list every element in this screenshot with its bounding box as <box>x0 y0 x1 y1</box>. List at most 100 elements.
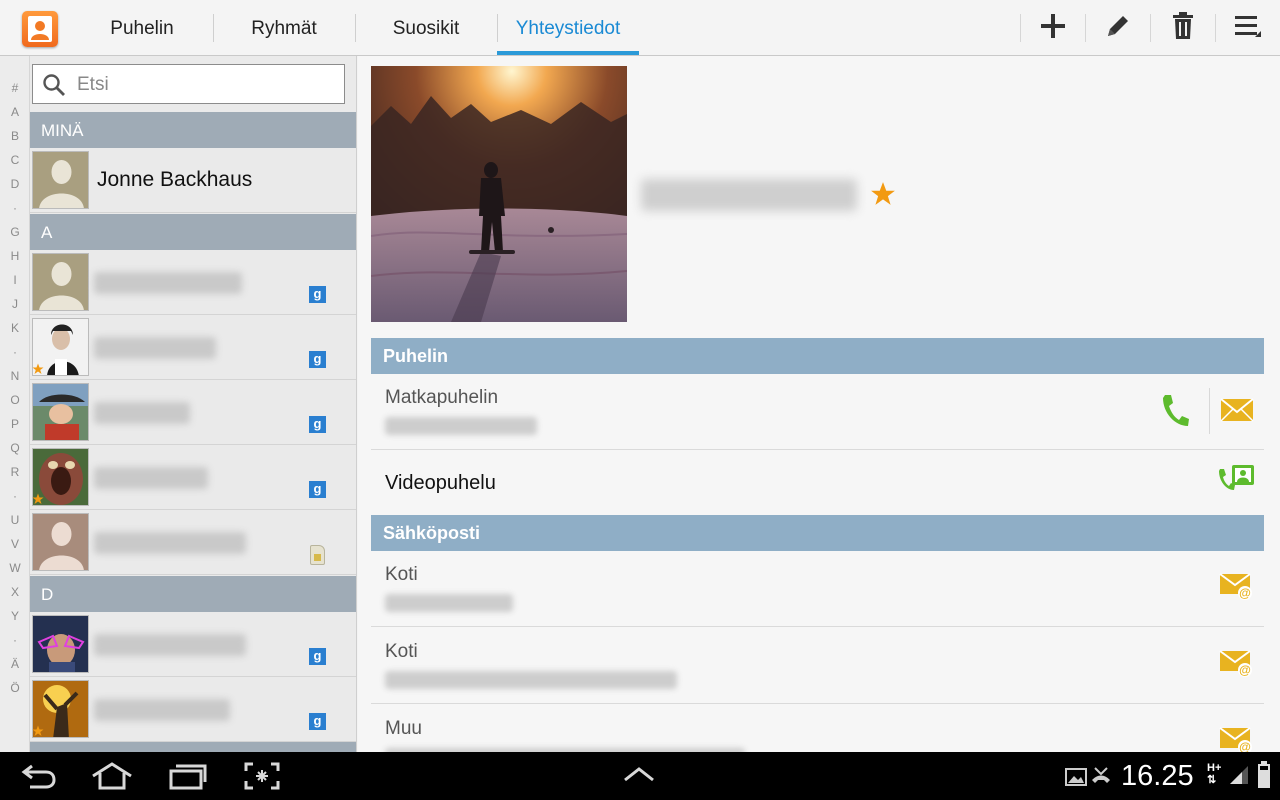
contact-row[interactable]: g <box>30 612 356 677</box>
index-letter[interactable]: · <box>0 489 30 503</box>
contact-name-redacted <box>94 272 242 294</box>
index-letter[interactable]: # <box>0 81 30 95</box>
index-letter[interactable]: Ö <box>0 681 30 695</box>
delete-contact-button[interactable] <box>1161 8 1205 48</box>
section-header-a: A <box>30 214 356 250</box>
favorite-star-icon[interactable] <box>870 181 896 212</box>
google-account-icon: g <box>309 648 326 665</box>
alphabet-index[interactable]: # A B C D · G H I J K · N O P Q R · U V W X Y · Ä Ö <box>0 56 30 752</box>
add-contact-button[interactable] <box>1031 8 1075 48</box>
my-profile-row[interactable]: Jonne Backhaus <box>30 148 356 213</box>
index-letter[interactable]: X <box>0 585 30 599</box>
add-icon <box>1040 13 1066 44</box>
index-letter[interactable]: Y <box>0 609 30 623</box>
index-letter[interactable]: V <box>0 537 30 551</box>
send-message-button[interactable] <box>1215 392 1259 432</box>
send-email-button[interactable]: @ <box>1215 723 1259 752</box>
tab-groups[interactable]: Ryhmät <box>213 0 355 56</box>
index-letter[interactable]: Ä <box>0 657 30 671</box>
action-divider <box>1209 388 1210 434</box>
index-letter[interactable]: H <box>0 249 30 263</box>
screenshot-icon <box>244 762 280 794</box>
contact-row[interactable]: g <box>30 677 356 742</box>
phone-call-icon <box>1161 393 1189 432</box>
phone-type-label: Matkapuhelin <box>385 387 499 408</box>
section-header-d: D <box>30 576 356 612</box>
call-button[interactable] <box>1155 392 1195 432</box>
email-row[interactable]: Koti @ <box>371 627 1264 704</box>
missed-call-icon <box>1090 766 1112 791</box>
contact-row[interactable] <box>30 510 356 575</box>
svg-text:@: @ <box>1239 586 1251 600</box>
email-type-label: Koti <box>385 641 418 662</box>
recent-apps-button[interactable] <box>168 762 208 795</box>
phone-number-row[interactable]: Matkapuhelin <box>371 374 1264 450</box>
menu-icon <box>1233 13 1261 44</box>
contact-row[interactable]: g <box>30 445 356 510</box>
recent-apps-icon <box>168 764 208 794</box>
edit-contact-button[interactable] <box>1096 8 1140 48</box>
video-call-row[interactable]: Videopuhelu <box>371 450 1264 514</box>
contact-photo-large[interactable] <box>371 66 627 322</box>
home-icon <box>90 762 134 794</box>
contact-name-redacted <box>641 179 857 211</box>
index-letter[interactable]: I <box>0 273 30 287</box>
tab-contacts[interactable]: Yhteystiedot <box>497 0 639 56</box>
video-call-label: Videopuhelu <box>385 472 496 494</box>
contact-name-redacted <box>94 699 230 721</box>
contact-detail: Puhelin Matkapuhelin Videopuhelu Sähköpo… <box>358 56 1280 752</box>
contact-list: MINÄ Jonne Backhaus A g g g <box>30 56 357 752</box>
index-letter[interactable]: K <box>0 321 30 335</box>
index-letter[interactable]: J <box>0 297 30 311</box>
index-letter[interactable]: Q <box>0 441 30 455</box>
back-button[interactable] <box>20 762 58 795</box>
row-divider <box>30 574 356 575</box>
mini-apps-tray-button[interactable] <box>622 766 656 787</box>
sim-card-icon <box>310 545 325 565</box>
video-call-button[interactable] <box>1217 462 1257 502</box>
chevron-up-icon <box>622 767 656 786</box>
index-letter[interactable]: D <box>0 177 30 191</box>
screenshot-button[interactable] <box>244 762 280 795</box>
send-email-button[interactable]: @ <box>1215 646 1259 686</box>
index-letter[interactable]: N <box>0 369 30 383</box>
index-letter[interactable]: G <box>0 225 30 239</box>
search-box[interactable] <box>32 64 345 104</box>
email-row[interactable]: Koti @ <box>371 551 1264 627</box>
contacts-app-icon[interactable] <box>22 11 58 47</box>
send-email-button[interactable]: @ <box>1215 569 1259 609</box>
index-letter[interactable]: W <box>0 561 30 575</box>
index-letter[interactable]: B <box>0 129 30 143</box>
video-call-icon <box>1218 463 1256 502</box>
contact-row[interactable]: g <box>30 380 356 445</box>
overflow-menu-button[interactable] <box>1225 8 1269 48</box>
search-input[interactable] <box>77 73 337 97</box>
index-letter[interactable]: · <box>0 201 30 215</box>
section-header-partial <box>30 742 356 752</box>
index-letter[interactable]: O <box>0 393 30 407</box>
section-header-me: MINÄ <box>30 112 356 148</box>
tab-phone[interactable]: Puhelin <box>71 0 213 56</box>
home-button[interactable] <box>90 762 134 795</box>
email-type-label: Koti <box>385 564 418 585</box>
contact-row[interactable]: g <box>30 315 356 380</box>
tab-favourites[interactable]: Suosikit <box>355 0 497 56</box>
index-letter[interactable]: P <box>0 417 30 431</box>
battery-icon <box>1257 761 1271 794</box>
contact-name-redacted <box>94 532 246 554</box>
contact-row[interactable]: g <box>30 250 356 315</box>
index-letter[interactable]: C <box>0 153 30 167</box>
index-letter[interactable]: · <box>0 633 30 647</box>
action-divider <box>1215 14 1216 42</box>
index-letter[interactable]: U <box>0 513 30 527</box>
index-letter[interactable]: R <box>0 465 30 479</box>
email-row[interactable]: Muu @ <box>371 704 1264 752</box>
index-letter[interactable]: A <box>0 105 30 119</box>
email-address-redacted <box>385 671 677 689</box>
action-divider <box>1085 14 1086 42</box>
index-letter[interactable]: · <box>0 345 30 359</box>
email-type-label: Muu <box>385 718 422 739</box>
google-account-icon: g <box>309 713 326 730</box>
delete-icon <box>1171 11 1195 45</box>
email-icon: @ <box>1219 572 1255 606</box>
